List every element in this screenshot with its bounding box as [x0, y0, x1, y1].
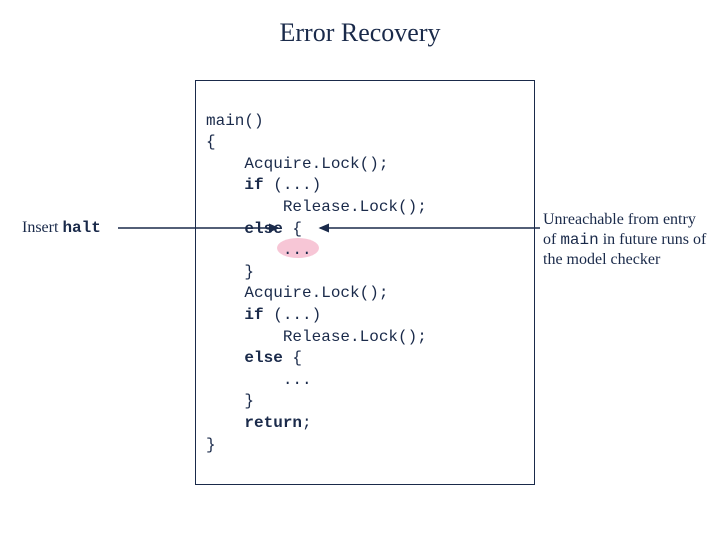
code-block: main() { Acquire.Lock(); if (...) Releas…	[206, 89, 524, 456]
code-line: if (...)	[206, 306, 321, 324]
left-annotation-mono: halt	[62, 219, 100, 237]
code-line: return;	[206, 414, 312, 432]
code-line: else {	[206, 220, 302, 238]
code-line: {	[206, 133, 216, 151]
code-line: Acquire.Lock();	[206, 284, 388, 302]
code-line: else {	[206, 349, 302, 367]
slide-title: Error Recovery	[0, 18, 720, 48]
code-box: main() { Acquire.Lock(); if (...) Releas…	[195, 80, 535, 485]
code-line: ...	[206, 241, 312, 259]
right-annotation: Unreachable from entry of main in future…	[543, 210, 713, 270]
code-line: Release.Lock();	[206, 328, 427, 346]
code-line: if (...)	[206, 176, 321, 194]
left-annotation-prefix: Insert	[22, 219, 62, 236]
code-line: }	[206, 392, 254, 410]
code-line: Release.Lock();	[206, 198, 427, 216]
code-line: }	[206, 263, 254, 281]
code-line: }	[206, 436, 216, 454]
code-line: Acquire.Lock();	[206, 155, 388, 173]
highlighted-dots: ...	[283, 240, 312, 262]
right-annotation-mono: main	[560, 231, 598, 249]
code-line: ...	[206, 371, 312, 389]
code-line: main()	[206, 112, 264, 130]
left-annotation: Insert halt	[22, 219, 101, 237]
